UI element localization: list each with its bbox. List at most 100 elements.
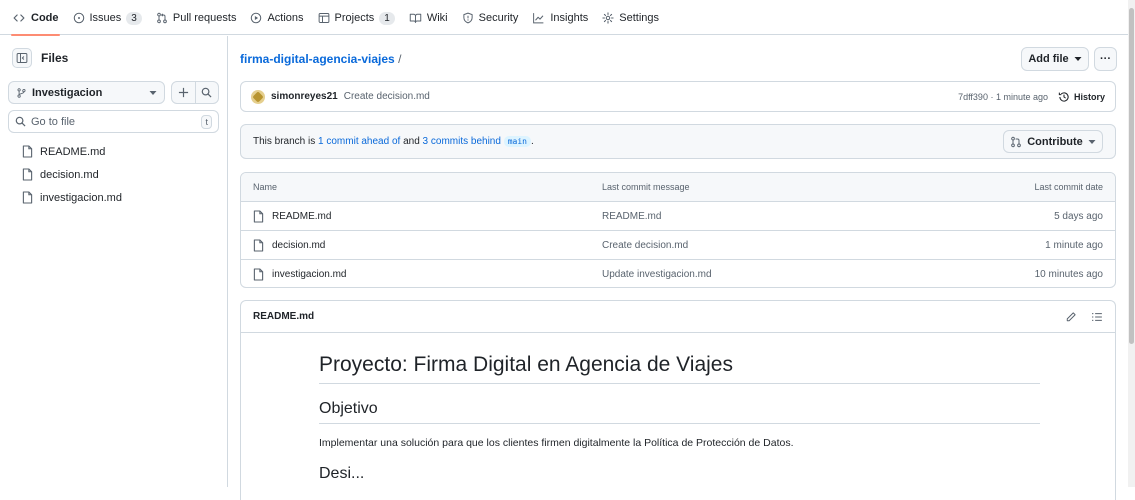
commit-meta-group: 7dff390 · 1 minute ago History <box>958 91 1105 103</box>
file-name-cell[interactable]: decision.md <box>253 238 602 252</box>
collapse-sidebar-button[interactable] <box>12 48 32 68</box>
branch-status-prefix: This branch is <box>253 136 316 147</box>
issue-opened-icon <box>73 12 85 24</box>
header-name: Name <box>253 182 278 192</box>
latest-commit-bar: simonreyes21 Create decision.md 7dff390 … <box>240 81 1116 112</box>
behind-link[interactable]: 3 commits behind <box>423 136 501 147</box>
files-header: Files <box>12 48 68 68</box>
add-search-group <box>171 81 219 104</box>
file-name: decision.md <box>272 239 326 251</box>
go-to-file-placeholder: Go to file <box>31 115 76 128</box>
header-message: Last commit message <box>602 182 690 192</box>
triangle-down-icon <box>1074 56 1082 62</box>
tree-item-readme[interactable]: README.md <box>22 140 122 163</box>
file-name-cell[interactable]: README.md <box>253 209 602 223</box>
add-file-plus-button[interactable] <box>172 82 195 103</box>
pencil-icon[interactable] <box>1065 311 1077 323</box>
readme-panel: README.md Proyecto: Firma Digital en Age… <box>240 300 1116 500</box>
readme-content: Proyecto: Firma Digital en Agencia de Vi… <box>319 353 1040 488</box>
file-icon <box>22 191 33 204</box>
commit-hash-time[interactable]: 7dff390 · 1 minute ago <box>958 92 1048 102</box>
projects-count-badge: 1 <box>379 11 395 25</box>
tree-item-label: decision.md <box>40 168 99 181</box>
breadcrumb-separator: / <box>398 52 402 66</box>
file-name-cell[interactable]: investigacion.md <box>253 267 602 281</box>
contribute-label: Contribute <box>1027 135 1083 148</box>
search-code-button[interactable] <box>194 82 219 103</box>
page-scrollbar[interactable] <box>1128 0 1135 487</box>
history-label: History <box>1073 91 1105 102</box>
search-icon <box>15 116 26 127</box>
file-icon <box>22 168 33 181</box>
tab-security-label: Security <box>478 12 519 24</box>
table-row: investigacion.md Update investigacion.md… <box>241 259 1115 287</box>
branch-name: Investigacion <box>32 86 103 99</box>
file-name: README.md <box>272 210 332 222</box>
file-tree: README.md decision.md investigacion.md <box>22 140 122 209</box>
tab-settings[interactable]: Settings <box>595 6 666 30</box>
kebab-horizontal-icon: ··· <box>1100 53 1111 65</box>
files-title: Files <box>41 51 69 65</box>
commit-message-link[interactable]: Create decision.md <box>602 240 943 251</box>
go-to-file-input[interactable]: Go to file t <box>8 110 219 133</box>
triangle-down-icon <box>1088 139 1096 145</box>
tab-security[interactable]: Security <box>455 6 526 30</box>
issues-count-badge: 3 <box>126 11 142 25</box>
tab-code[interactable]: Code <box>5 6 66 36</box>
book-icon <box>409 12 422 24</box>
readme-next-heading: Desi... <box>319 465 365 482</box>
commit-author[interactable]: simonreyes21 <box>271 91 338 102</box>
file-tree-sidebar: Files Investigacion Go to file t README.… <box>0 36 228 487</box>
list-unordered-icon[interactable] <box>1091 311 1103 323</box>
gear-icon <box>602 12 614 24</box>
file-icon <box>22 145 33 158</box>
tab-pull-requests-label: Pull requests <box>172 12 237 24</box>
header-date: Last commit date <box>1034 182 1103 192</box>
code-icon <box>12 12 26 24</box>
more-options-button[interactable]: ··· <box>1094 47 1117 71</box>
tab-issues[interactable]: Issues 3 <box>66 6 149 30</box>
graph-icon <box>532 12 545 24</box>
table-header-row: Name Last commit message Last commit dat… <box>241 173 1115 201</box>
tab-actions[interactable]: Actions <box>243 6 310 30</box>
shield-icon <box>462 12 474 24</box>
readme-tools <box>1065 311 1103 323</box>
ahead-link[interactable]: 1 commit ahead of <box>318 136 400 147</box>
commit-date: 10 minutes ago <box>1034 268 1103 280</box>
table-row: decision.md Create decision.md 1 minute … <box>241 230 1115 259</box>
readme-filename[interactable]: README.md <box>253 311 314 322</box>
tab-pull-requests[interactable]: Pull requests <box>149 6 244 30</box>
branch-selector[interactable]: Investigacion <box>8 81 165 104</box>
triangle-down-icon <box>149 90 157 96</box>
history-link[interactable]: History <box>1058 91 1105 103</box>
git-pull-request-icon <box>156 12 168 24</box>
tab-projects[interactable]: Projects 1 <box>311 6 402 30</box>
file-icon <box>253 238 264 252</box>
play-icon <box>250 12 262 24</box>
tab-insights[interactable]: Insights <box>525 6 595 30</box>
avatar[interactable] <box>251 89 265 104</box>
add-file-label: Add file <box>1028 53 1069 65</box>
repo-name-link[interactable]: firma-digital-agencia-viajes <box>240 52 395 66</box>
plus-icon <box>178 87 189 98</box>
base-branch-label[interactable]: main <box>503 136 531 147</box>
tab-wiki[interactable]: Wiki <box>402 6 455 30</box>
breadcrumb: firma-digital-agencia-viajes / <box>240 52 401 66</box>
tree-item-decision[interactable]: decision.md <box>22 163 122 186</box>
scrollbar-thumb[interactable] <box>1129 8 1134 344</box>
commit-date: 1 minute ago <box>1045 239 1103 251</box>
file-icon <box>253 209 264 223</box>
commit-message-link[interactable]: Update investigacion.md <box>602 269 943 280</box>
add-file-button[interactable]: Add file <box>1021 47 1089 71</box>
tree-item-label: README.md <box>40 145 106 158</box>
file-name: investigacion.md <box>272 268 347 280</box>
commit-message[interactable]: Create decision.md <box>344 91 430 102</box>
git-branch-icon <box>16 87 27 99</box>
table-row: README.md README.md 5 days ago <box>241 201 1115 230</box>
tree-item-investigacion[interactable]: investigacion.md <box>22 186 122 209</box>
contribute-button[interactable]: Contribute <box>1003 130 1103 153</box>
tab-projects-label: Projects <box>334 12 375 24</box>
repo-nav: Code Issues 3 Pull requests Actions Proj… <box>0 6 1128 36</box>
readme-paragraph: Implementar una solución para que los cl… <box>319 437 794 449</box>
commit-message-link[interactable]: README.md <box>602 211 943 222</box>
